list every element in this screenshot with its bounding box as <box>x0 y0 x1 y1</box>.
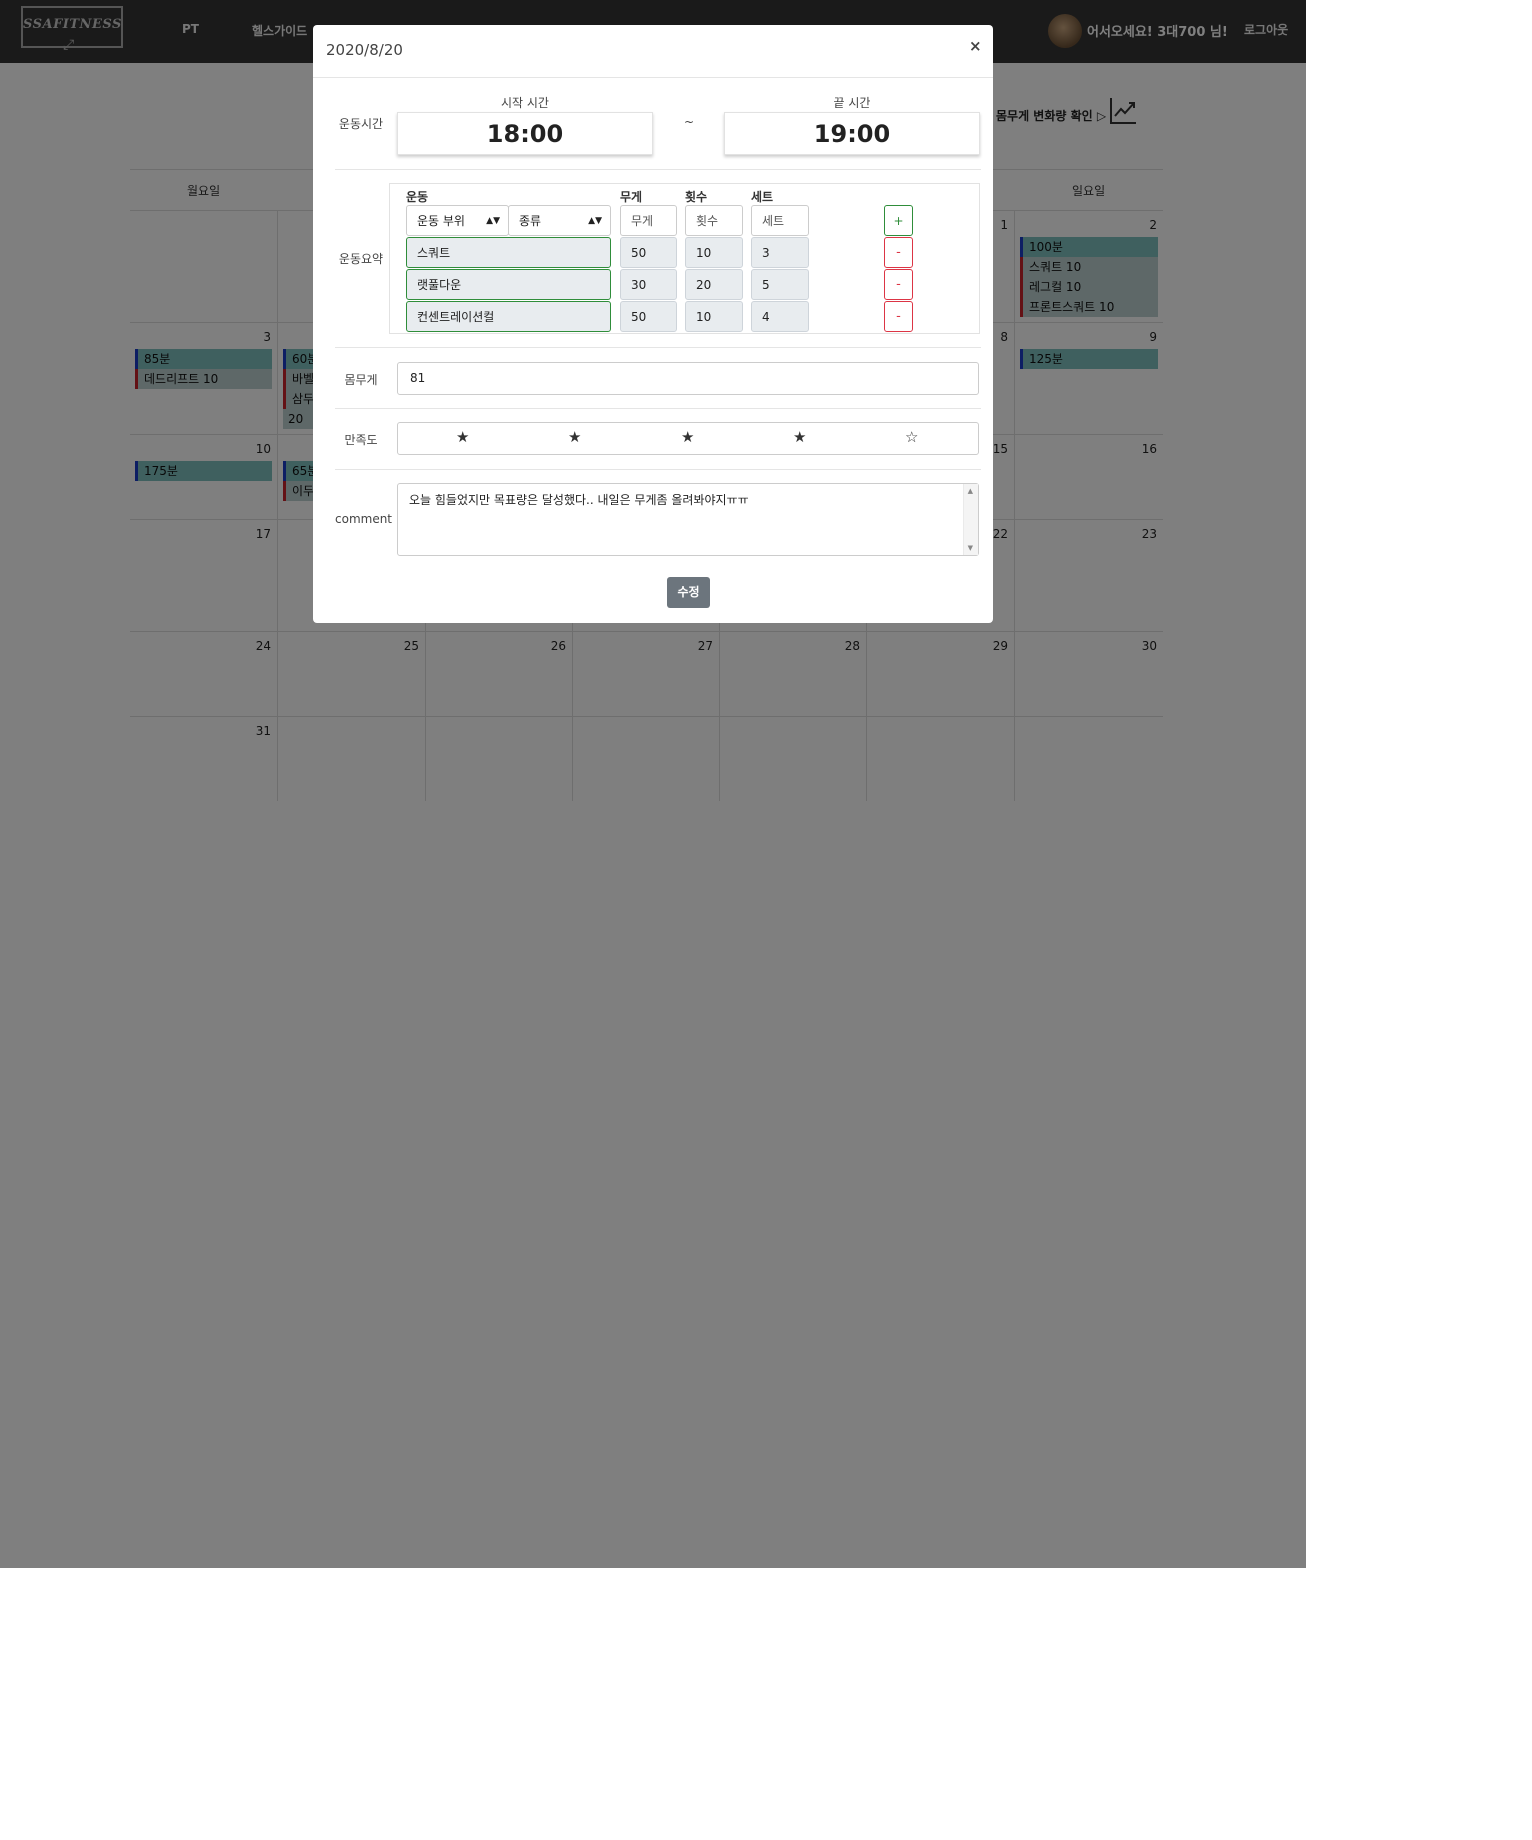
weight-input[interactable]: 무게 <box>620 205 677 236</box>
star-icon[interactable]: ★ <box>681 428 694 446</box>
remove-exercise-button[interactable]: - <box>884 269 913 300</box>
body-weight-label: 몸무게 <box>344 373 378 387</box>
remove-exercise-button[interactable]: - <box>884 237 913 268</box>
exercise-summary-panel: 운동 무게 횟수 세트 운동 부위 ▲▼ 종류 ▲▼ 무게 횟수 세트 + 스쿼… <box>389 183 980 334</box>
exercise-type-select-value: 종류 <box>519 214 542 228</box>
divider <box>335 169 981 170</box>
star-icon[interactable]: ★ <box>456 428 469 446</box>
star-icon[interactable]: ☆ <box>905 428 918 446</box>
exercise-reps: 10 <box>685 237 743 268</box>
start-time-caption: 시작 시간 <box>501 96 549 110</box>
edit-submit-button[interactable]: 수정 <box>667 577 710 608</box>
col-sets-header: 세트 <box>751 190 774 204</box>
satisfaction-rating: ★ ★ ★ ★ ☆ <box>397 422 979 455</box>
time-separator: ~ <box>684 115 695 129</box>
divider <box>335 469 981 470</box>
star-icon[interactable]: ★ <box>568 428 581 446</box>
body-part-select[interactable]: 운동 부위 ▲▼ <box>406 205 509 236</box>
exercise-weight: 30 <box>620 269 677 300</box>
sort-arrows-icon: ▲▼ <box>486 216 500 226</box>
satisfaction-label: 만족도 <box>344 433 378 447</box>
comment-scrollbar[interactable]: ▲ ▼ <box>963 484 978 555</box>
end-time-field[interactable]: 19:00 <box>724 112 980 155</box>
exercise-summary-label: 운동요약 <box>338 252 384 266</box>
comment-textarea[interactable]: 오늘 힘들었지만 목표량은 달성했다.. 내일은 무게좀 올려봐야지ㅠㅠ ▲ ▼ <box>397 483 979 556</box>
comment-label: comment <box>335 512 393 526</box>
exercise-weight: 50 <box>620 301 677 332</box>
col-reps-header: 횟수 <box>685 190 708 204</box>
col-weight-header: 무게 <box>620 190 643 204</box>
exercise-name: 컨센트레이션컬 <box>406 301 611 332</box>
sort-arrows-icon: ▲▼ <box>588 216 602 226</box>
body-weight-input[interactable]: 81 <box>397 362 979 395</box>
start-time-field[interactable]: 18:00 <box>397 112 653 155</box>
sets-input[interactable]: 세트 <box>751 205 809 236</box>
divider <box>335 408 981 409</box>
exercise-type-select[interactable]: 종류 ▲▼ <box>508 205 611 236</box>
modal-title: 2020/8/20 <box>326 41 403 59</box>
body-part-select-value: 운동 부위 <box>417 214 465 228</box>
end-time-caption: 끝 시간 <box>833 96 871 110</box>
exercise-name: 랫풀다운 <box>406 269 611 300</box>
divider <box>313 77 993 78</box>
scroll-down-icon[interactable]: ▼ <box>968 544 973 552</box>
divider <box>335 347 981 348</box>
exercise-weight: 50 <box>620 237 677 268</box>
comment-text: 오늘 힘들었지만 목표량은 달성했다.. 내일은 무게좀 올려봐야지ㅠㅠ <box>409 493 749 507</box>
exercise-time-label: 운동시간 <box>338 117 384 131</box>
exercise-sets: 3 <box>751 237 809 268</box>
col-exercise-header: 운동 <box>406 190 429 204</box>
exercise-sets: 4 <box>751 301 809 332</box>
scroll-up-icon[interactable]: ▲ <box>968 487 973 495</box>
exercise-reps: 10 <box>685 301 743 332</box>
add-exercise-button[interactable]: + <box>884 205 913 236</box>
workout-modal: 2020/8/20 × 운동시간 시작 시간 18:00 ~ 끝 시간 19:0… <box>313 25 993 623</box>
close-icon[interactable]: × <box>969 37 982 55</box>
reps-input[interactable]: 횟수 <box>685 205 743 236</box>
exercise-sets: 5 <box>751 269 809 300</box>
exercise-name: 스쿼트 <box>406 237 611 268</box>
exercise-reps: 20 <box>685 269 743 300</box>
star-icon[interactable]: ★ <box>793 428 806 446</box>
remove-exercise-button[interactable]: - <box>884 301 913 332</box>
